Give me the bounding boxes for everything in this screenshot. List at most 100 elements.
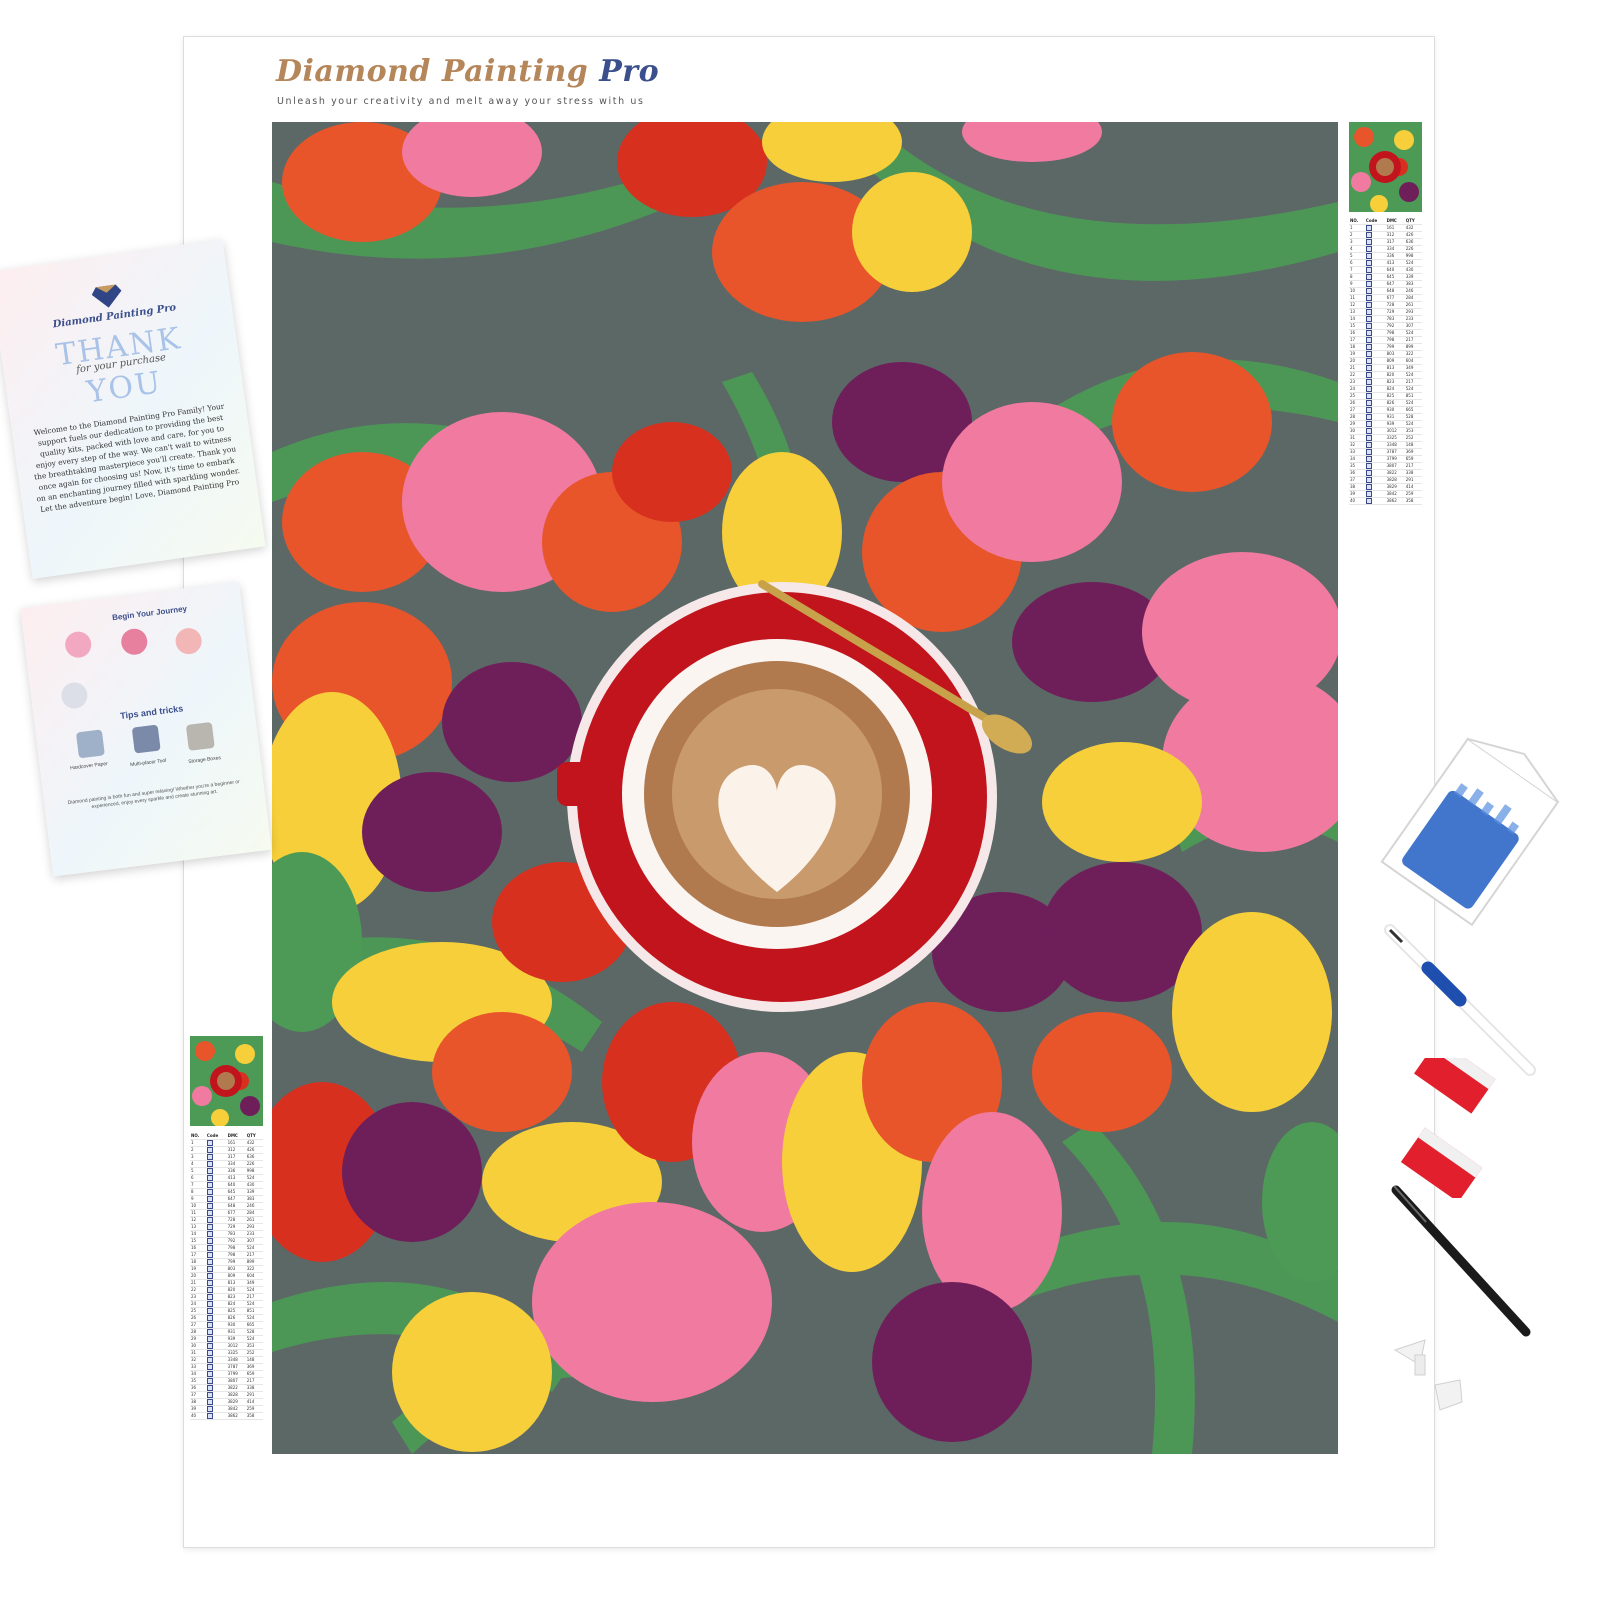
legend-row: 29 939 524 [190,1335,263,1343]
legend-cell [205,1265,227,1273]
legend-row: 8 645 339 [1349,273,1422,281]
legend-cell [205,1258,227,1266]
legend-row: 19 803 322 [190,1265,263,1273]
legend-cell: 8 [1349,273,1365,281]
legend-cell: 16 [190,1244,206,1252]
legend-row: 36 3822 338 [1349,469,1422,477]
legend-cell [1364,497,1386,505]
legend-cell: 40 [190,1412,206,1420]
symbol-icon [206,1307,213,1314]
legend-cell: 665 [1404,406,1422,414]
symbol-icon [206,1377,213,1384]
legend-row: 2 312 426 [1349,231,1422,239]
legend-cell: 728 [226,1216,246,1224]
legend-cell [205,1279,227,1287]
legend-cell: 161 [226,1139,246,1147]
legend-cell: 284 [245,1209,263,1217]
legend-cell: 799 [226,1258,246,1266]
legend-cell: 233 [245,1230,263,1238]
legend-cell [1364,483,1386,491]
symbol-icon [1365,315,1372,322]
legend-cell: 14 [1349,315,1365,323]
legend-cell: 37 [1349,476,1365,484]
legend-row: 31 3325 252 [190,1349,263,1357]
legend-row: 28 931 528 [190,1328,263,1336]
legend-cell: 259 [1404,490,1422,498]
legend-cell: 26 [190,1314,206,1322]
brand-tagline: Unleash your creativity and melt away yo… [277,96,645,107]
symbol-icon [1365,441,1372,448]
legend-cell: 430 [1404,266,1422,274]
step-image [174,626,204,656]
legend-row: 36 3822 338 [190,1384,263,1392]
legend-cell [205,1153,227,1161]
symbol-icon [206,1209,213,1216]
legend-cell: 647 [1385,280,1405,288]
legend-row: 31 3325 252 [1349,434,1422,442]
symbol-icon [1365,266,1372,273]
legend-cell [205,1377,227,1385]
legend-cell: 246 [245,1202,263,1210]
legend-cell [205,1272,227,1280]
symbol-icon [206,1272,213,1279]
legend-cell: 524 [1404,329,1422,337]
legend-cell: 39 [1349,490,1365,498]
legend-cell: 3862 [226,1412,246,1420]
symbol-icon [206,1412,213,1419]
legend-cell: 899 [1404,343,1422,351]
legend-row: 20 809 604 [190,1272,263,1280]
legend-cell: 798 [1385,336,1405,344]
legend-cell [205,1251,227,1259]
legend-cell [205,1412,227,1420]
legend-cell: 339 [245,1188,263,1196]
legend-cell: 29 [190,1335,206,1343]
symbol-icon [206,1181,213,1188]
legend-cell [205,1237,227,1245]
legend-cell [1364,462,1386,470]
legend-row: 37 3828 291 [190,1391,263,1399]
legend-cell: 524 [1404,385,1422,393]
legend-row: 40 3862 358 [1349,497,1422,505]
legend-row: 13 729 293 [190,1223,263,1231]
legend-row: 5 336 998 [190,1167,263,1175]
legend-cell: 25 [190,1307,206,1315]
legend-cell [1364,287,1386,295]
legend-cell: 13 [190,1223,206,1231]
legend-cell: 3829 [1385,483,1405,491]
legend-row: 3 317 636 [1349,238,1422,246]
legend-row: 32 3348 148 [1349,441,1422,449]
symbol-icon [206,1216,213,1223]
legend-cell: 820 [226,1286,246,1294]
diamond-tray-icon [1380,737,1560,927]
legend-cell: 825 [226,1307,246,1315]
symbol-icon [1365,448,1372,455]
thumbnail-preview [1349,122,1422,212]
legend-cell [205,1328,227,1336]
legend-cell [205,1405,227,1413]
legend-cell: 3828 [1385,476,1405,484]
diamond-logo-icon [91,284,122,308]
legend-cell [205,1188,227,1196]
legend-row: 3 317 636 [190,1153,263,1161]
legend-row: 35 3807 217 [190,1377,263,1385]
symbol-icon [1365,483,1372,490]
legend-cell: 413 [226,1174,246,1182]
legend-cell: 148 [1404,441,1422,449]
legend-cell: 677 [1385,294,1405,302]
symbol-icon [1365,294,1372,301]
legend-cell: 15 [1349,322,1365,330]
symbol-icon [206,1363,213,1370]
legend-cell: 524 [245,1286,263,1294]
legend-cell: 17 [1349,336,1365,344]
brand-name-accent: Pro [599,54,660,89]
legend-row: 10 648 246 [190,1202,263,1210]
legend-cell: 783 [226,1230,246,1238]
legend-cell: 636 [1404,238,1422,246]
legend-cell: 728 [1385,301,1405,309]
legend-cell: 3787 [1385,448,1405,456]
legend-cell [1364,490,1386,498]
symbol-icon [206,1279,213,1286]
legend-cell [205,1293,227,1301]
legend-cell: 10 [1349,287,1365,295]
legend-cell: 18 [1349,343,1365,351]
